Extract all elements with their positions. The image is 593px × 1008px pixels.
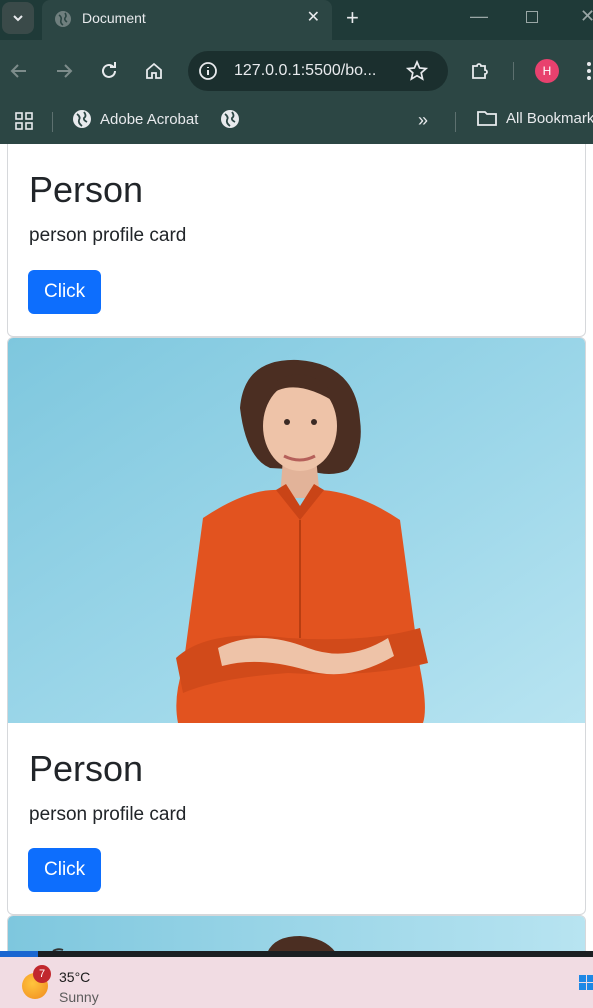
reload-button[interactable] (98, 60, 120, 82)
card-click-button[interactable]: Click (28, 848, 102, 892)
more-bookmarks-button[interactable]: » (418, 110, 428, 131)
back-button[interactable] (8, 60, 30, 82)
chevron-down-icon (13, 15, 23, 22)
bookmark-adobe-acrobat[interactable]: Adobe Acrobat (72, 109, 198, 129)
globe-icon (73, 110, 91, 128)
globe-icon (55, 11, 71, 27)
maximize-button[interactable] (526, 11, 538, 23)
person-photo (8, 916, 585, 952)
star-icon[interactable] (406, 60, 428, 82)
profile-card: Person person profile card Click (7, 337, 586, 915)
home-button[interactable] (143, 60, 165, 82)
home-icon (146, 62, 162, 79)
browser-toolbar: 127.0.0.1:5500/bo... H (0, 40, 593, 102)
globe-icon (221, 110, 239, 128)
card-text: person profile card (29, 804, 187, 825)
arrow-left-icon (10, 64, 26, 78)
bookmarks-divider (455, 112, 456, 132)
page-viewport[interactable]: Person person profile card Click Person … (0, 144, 593, 952)
all-bookmarks-label: All Bookmarks (506, 109, 593, 127)
forward-button[interactable] (53, 60, 75, 82)
os-taskbar: 7 35°C Sunny (0, 957, 593, 1008)
arrow-right-icon (57, 64, 73, 78)
tab-title: Document (82, 10, 146, 26)
card-click-button[interactable]: Click (28, 270, 102, 314)
card-title: Person (29, 169, 144, 210)
card-text: person profile card (29, 225, 187, 246)
all-bookmarks-button[interactable]: All Bookmarks (476, 109, 593, 127)
folder-icon (477, 111, 497, 126)
toolbar-divider (513, 62, 514, 80)
bookmark-label: Adobe Acrobat (100, 110, 199, 128)
windows-start-icon[interactable] (579, 975, 593, 1005)
minimize-button[interactable]: — (470, 6, 488, 27)
bookmark-globe[interactable] (220, 109, 240, 129)
new-tab-button[interactable]: + (346, 6, 359, 30)
tab-search-button[interactable] (2, 2, 34, 34)
card-title: Person (29, 748, 144, 789)
bookmarks-divider (52, 112, 53, 132)
url-text[interactable]: 127.0.0.1:5500/bo... (234, 62, 376, 80)
profile-card: Person person profile card Click (7, 144, 586, 337)
close-window-button[interactable]: ✕ (580, 6, 593, 27)
person-illustration (8, 338, 585, 723)
person-photo (8, 338, 585, 723)
browser-tab[interactable]: Document ✕ (42, 0, 332, 40)
apps-grid-icon[interactable] (14, 111, 34, 131)
tab-strip: Document ✕ + — ✕ (0, 0, 593, 40)
reload-icon (102, 62, 116, 78)
puzzle-icon (472, 63, 488, 79)
extensions-button[interactable] (469, 60, 491, 82)
close-tab-icon[interactable]: ✕ (307, 9, 320, 27)
profile-card (7, 915, 586, 952)
weather-condition[interactable]: Sunny (59, 989, 99, 1005)
bookmarks-bar: Adobe Acrobat » All Bookmarks (0, 102, 593, 144)
weather-temperature[interactable]: 35°C (59, 969, 90, 985)
info-icon[interactable] (198, 61, 218, 81)
profile-avatar[interactable]: H (535, 59, 559, 83)
more-menu-icon[interactable] (585, 60, 593, 82)
address-bar[interactable]: 127.0.0.1:5500/bo... (188, 51, 448, 91)
notification-badge: 7 (33, 965, 51, 983)
person-illustration (8, 916, 585, 952)
